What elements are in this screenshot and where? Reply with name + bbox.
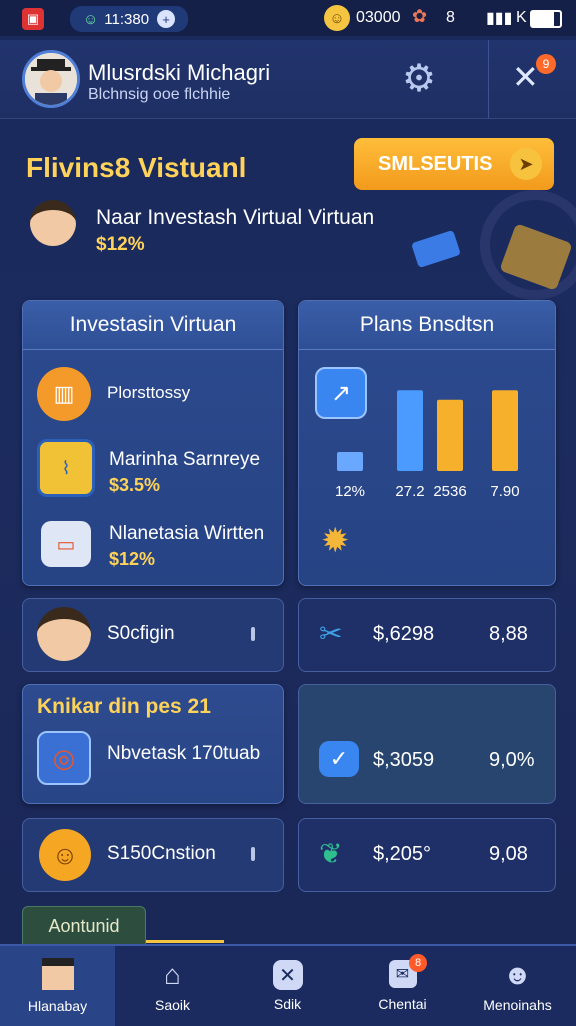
nav-label: Menoinahs xyxy=(483,997,552,1013)
row-extra: 8,88 xyxy=(489,623,528,645)
header-divider xyxy=(488,40,489,118)
row-right-card[interactable]: ✓ $,3059 9,0% xyxy=(298,684,556,804)
status-time: 11:380 xyxy=(104,10,150,28)
bar xyxy=(492,390,518,471)
list-item-value: $3.5% xyxy=(109,475,161,495)
user-icon: ☻ xyxy=(502,959,533,990)
house-icon: ⌂ xyxy=(164,959,181,990)
nav-label: Hlanabay xyxy=(27,998,88,1014)
list-item-label: Nlanetasia Wirtten xyxy=(109,523,265,544)
bottom-nav: Hlanabay ⌂ Saoik ✕ Sdik ✉ Chentai 8 ☻ Me… xyxy=(0,944,576,1026)
row-right-card[interactable]: ✂ $,6298 8,88 xyxy=(298,598,556,672)
row-indicator xyxy=(251,627,255,641)
promo-button-label: SMLSEUTIS xyxy=(378,152,493,175)
signal-text: 8 xyxy=(446,9,455,26)
promo-character xyxy=(30,200,76,246)
list-item-value: $12% xyxy=(109,549,156,569)
row-value: $,205° xyxy=(373,843,432,865)
emoji-icon: ☺ xyxy=(324,5,350,31)
battery-text: K xyxy=(516,9,527,26)
row-label: S150Cnstion xyxy=(107,843,216,864)
list-item[interactable]: ▭ Nlanetasia Wirtten $12% xyxy=(37,515,273,575)
bar-label: 7.90 xyxy=(490,483,519,500)
promo-title: Flivins8 Vistuanl xyxy=(26,152,247,183)
row-extra: 9,08 xyxy=(489,843,528,865)
bar-label: 2536 xyxy=(433,483,466,500)
investasi-card: Investasin Virtuan ▥ Plorsttossy ⌇ Marin… xyxy=(22,300,284,586)
decorative-block-blue xyxy=(411,229,461,269)
section-label: Nbvetask 170tuab xyxy=(107,743,261,764)
battery-icon xyxy=(530,10,562,28)
plans-card: Plans Bnsdtsn ↗ 12% 27.2 2536 7.90 ✹ xyxy=(298,300,556,586)
bottom-tab[interactable]: Aontunid xyxy=(22,906,146,946)
row-left-card[interactable]: S0cfigin xyxy=(22,598,284,672)
nav-item-profile[interactable]: ☻ Menoinahs xyxy=(460,946,575,1026)
target-icon: ◎ xyxy=(37,731,91,785)
nav-badge: 8 xyxy=(409,954,427,972)
list-item-label: Marinha Sarnreye xyxy=(109,449,261,470)
gear-gold-icon: ✹ xyxy=(321,522,350,560)
bar-chart: 12% 27.2 2536 7.90 xyxy=(335,390,520,500)
row-value: $,6298 xyxy=(373,623,435,645)
leaf-icon: ❦ xyxy=(319,838,343,869)
plans-card-title: Plans Bnsdtsn xyxy=(299,301,555,350)
face-icon: ☺ xyxy=(82,10,99,28)
signal-icon: ▮▮▮ xyxy=(486,10,513,27)
smile-icon: ☺ xyxy=(39,829,91,881)
row-right-card[interactable]: ❦ $,205° 9,08 xyxy=(298,818,556,892)
row-label: S0cfigin xyxy=(107,623,175,644)
bar-label: 12% xyxy=(335,483,365,500)
notification-badge: 9 xyxy=(536,54,556,74)
app-icon-red: ▣ xyxy=(22,8,44,30)
nav-label: Sdik xyxy=(273,996,302,1012)
home-avatar-icon xyxy=(41,958,74,990)
list-item[interactable]: ▥ Plorsttossy xyxy=(37,365,273,421)
bar xyxy=(437,399,463,471)
stock-chart-icon: ⌇ xyxy=(37,439,95,497)
bottom-tab-label: Aontunid xyxy=(48,915,120,936)
nav-label: Saoik xyxy=(154,997,191,1013)
section-title: Knikar din pes 21 xyxy=(37,695,211,718)
status-right-value: 03000 xyxy=(356,9,401,26)
gear-icon[interactable]: ⚙ xyxy=(402,56,436,101)
character-icon xyxy=(37,607,91,661)
tools-icon[interactable]: ✕ xyxy=(512,58,539,96)
monitor-icon: ▭ xyxy=(41,521,91,567)
user-name: Mlusrdski Michagri xyxy=(88,60,271,85)
avatar[interactable] xyxy=(22,50,80,108)
pliers-icon: ✂ xyxy=(319,618,343,649)
app-header: Mlusrdski Michagri Blchnsig ooe flchhie … xyxy=(0,40,576,119)
section-card[interactable]: Knikar din pes 21 ◎ Nbvetask 170tuab xyxy=(22,684,284,804)
list-item[interactable]: ⌇ Marinha Sarnreye $3.5% xyxy=(37,439,273,499)
chat-check-icon: ✓ xyxy=(319,741,359,777)
plus-icon: + xyxy=(157,10,176,28)
bar xyxy=(397,390,423,471)
bar xyxy=(337,452,363,471)
flower-icon: ✿ xyxy=(412,6,428,26)
promo-button[interactable]: SMLSEUTIS ➤ xyxy=(354,138,554,190)
promo-item-text: Naar Investash Virtual Virtuan xyxy=(96,206,375,229)
nav-item-home[interactable]: Hlanabay xyxy=(0,946,115,1026)
list-item-label: Plorsttossy xyxy=(107,383,191,402)
chart-coin-icon: ▥ xyxy=(37,367,91,421)
user-subtitle: Blchnsig ooe flchhie xyxy=(88,86,231,103)
bar-label: 27.2 xyxy=(395,483,424,500)
bottom-tab-underline xyxy=(146,940,224,943)
row-value: $,3059 xyxy=(373,749,435,771)
nav-item-sdik[interactable]: ✕ Sdik xyxy=(230,946,345,1026)
row-left-card[interactable]: ☺ S150Cnstion xyxy=(22,818,284,892)
time-pill: ☺ 11:380 + xyxy=(70,6,188,32)
send-icon: ➤ xyxy=(510,148,542,180)
row-extra: 9,0% xyxy=(489,749,535,771)
status-bar: ▣ ☺ 11:380 + ☺ 03000 ✿ 8 ▮▮▮ K xyxy=(0,0,576,36)
row-indicator xyxy=(251,847,255,861)
nav-label: Chentai xyxy=(378,996,427,1012)
close-box-icon: ✕ xyxy=(272,960,303,990)
promo-item-value: $12% xyxy=(96,234,145,255)
nav-item-search[interactable]: ⌂ Saoik xyxy=(115,946,230,1026)
investasi-card-title: Investasin Virtuan xyxy=(23,301,283,350)
nav-item-chat[interactable]: ✉ Chentai 8 xyxy=(345,946,460,1026)
